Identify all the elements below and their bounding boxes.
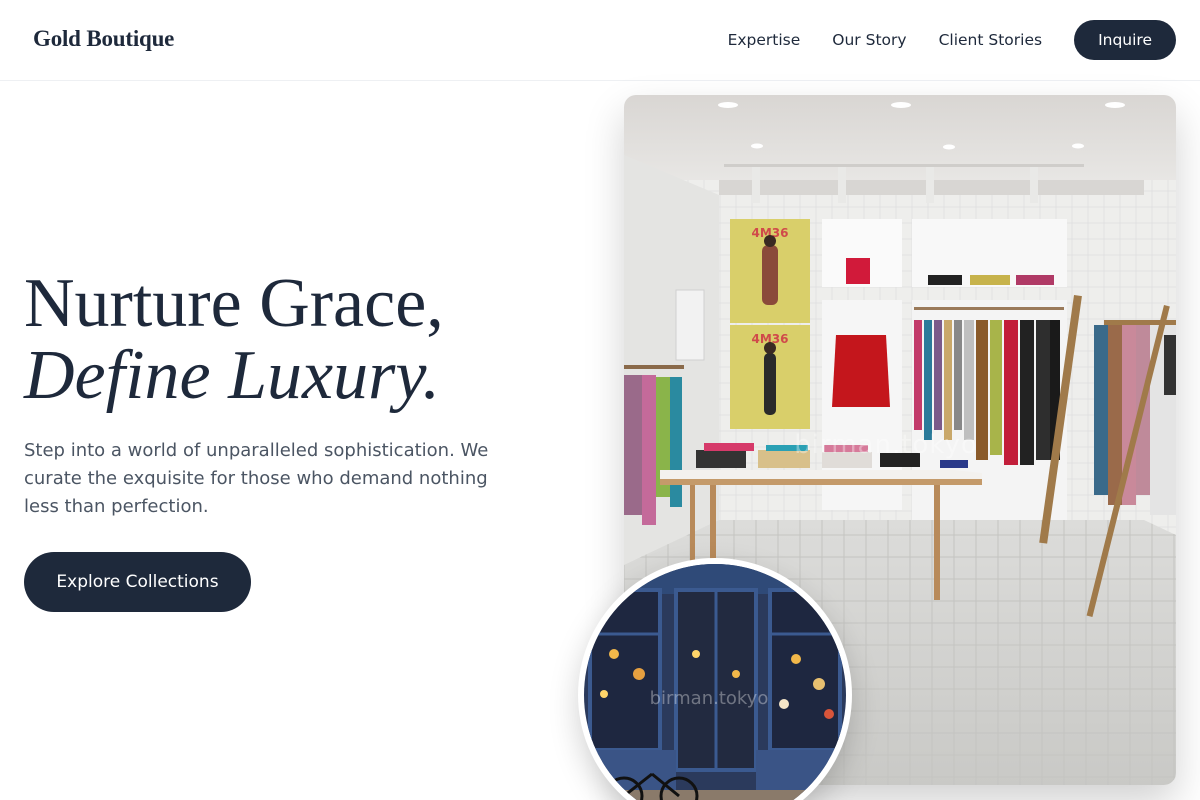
hero-title-line2: Define Luxury. bbox=[24, 337, 441, 414]
explore-collections-button[interactable]: Explore Collections bbox=[24, 552, 251, 612]
storefront-watermark: birman.tokyo bbox=[650, 688, 769, 709]
main-nav: Expertise Our Story Client Stories Inqui… bbox=[728, 20, 1176, 60]
storefront-image-inner: birman.tokyo bbox=[584, 564, 846, 800]
store-watermark: birman.tokyo bbox=[794, 430, 978, 460]
storefront-illustration: birman.tokyo bbox=[584, 564, 846, 800]
site-header: Gold Boutique Expertise Our Story Client… bbox=[0, 0, 1200, 81]
hero-subtitle: Step into a world of unparalleled sophis… bbox=[24, 440, 489, 517]
hero-title-line1: Nurture Grace, bbox=[24, 265, 444, 342]
nav-link-expertise[interactable]: Expertise bbox=[728, 20, 801, 60]
brand-logo[interactable]: Gold Boutique bbox=[33, 26, 174, 52]
nav-link-client-stories[interactable]: Client Stories bbox=[939, 20, 1043, 60]
nav-link-our-story[interactable]: Our Story bbox=[832, 20, 906, 60]
hero-title: Nurture Grace, Define Luxury. bbox=[24, 268, 444, 412]
inquire-button[interactable]: Inquire bbox=[1074, 20, 1176, 60]
